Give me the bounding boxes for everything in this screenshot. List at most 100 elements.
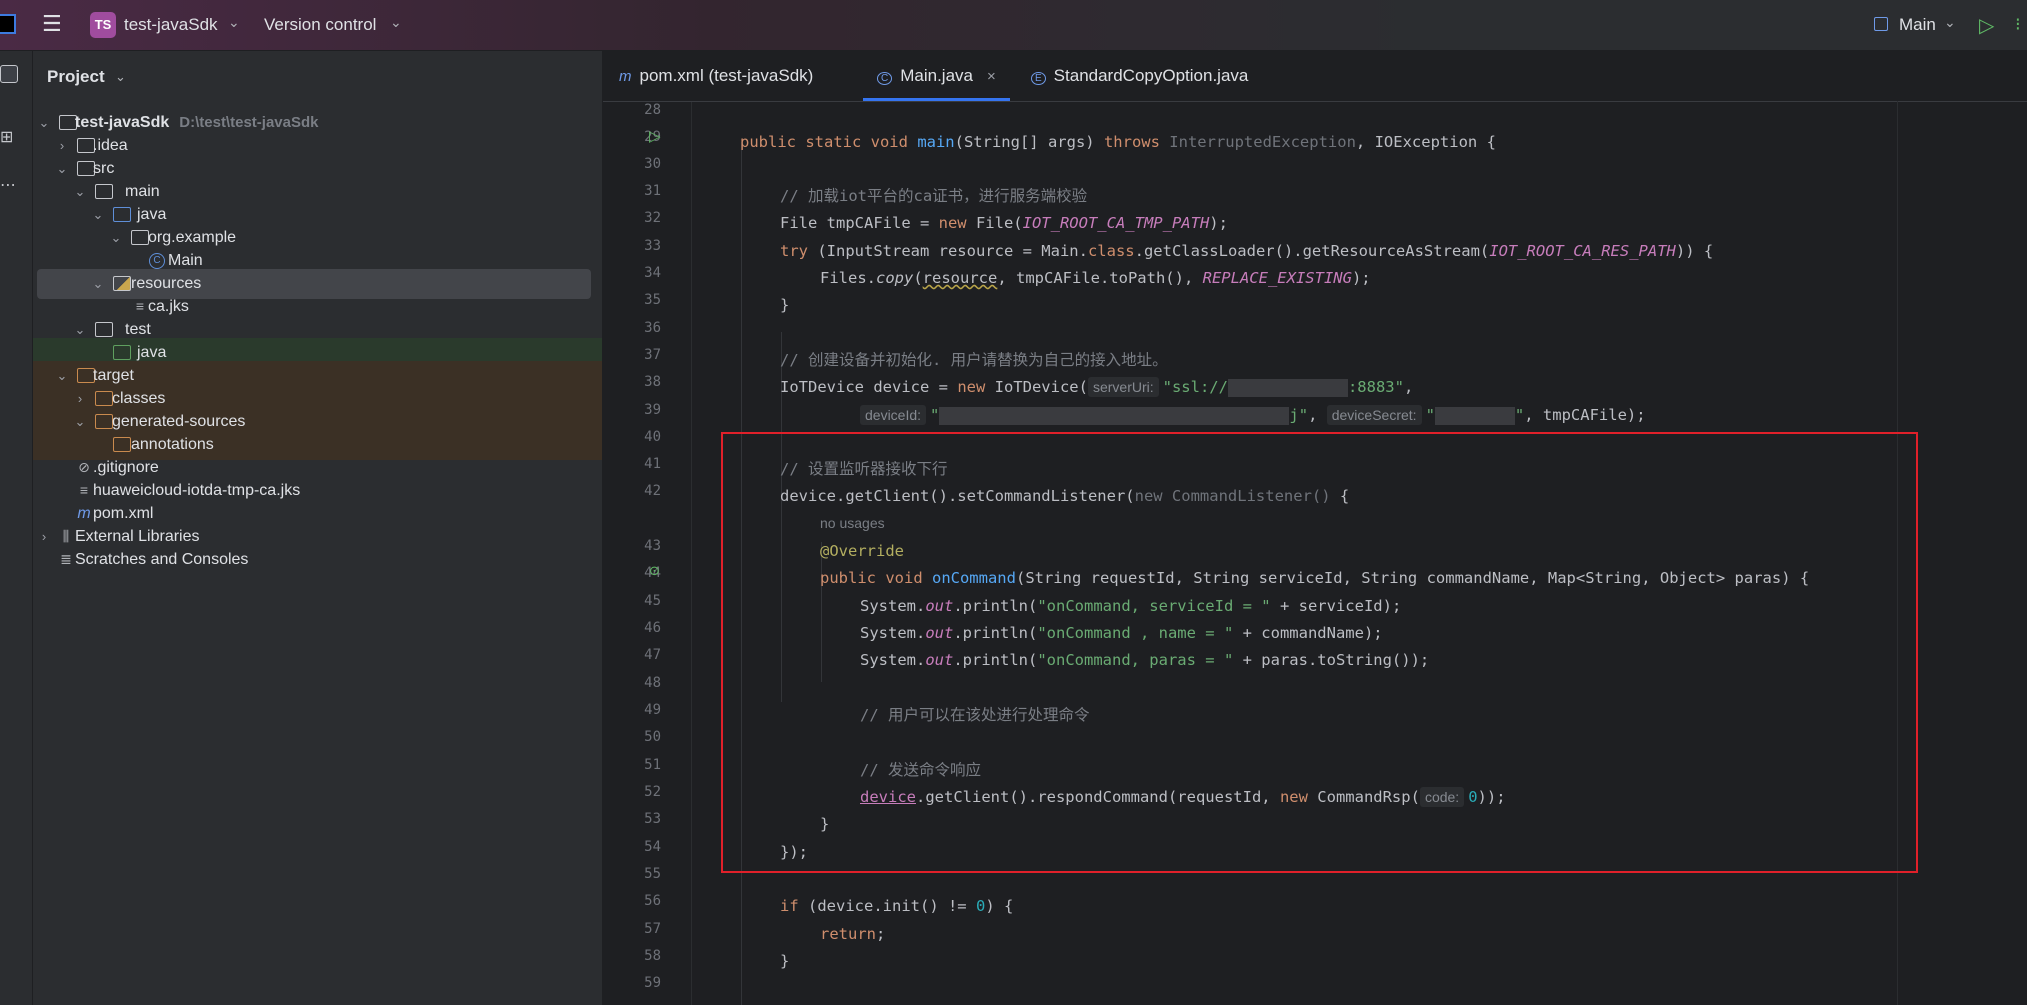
line-number: 53 — [644, 811, 661, 827]
line-number: 54 — [644, 839, 661, 855]
line-number: 51 — [644, 757, 661, 773]
ide-logo-icon[interactable] — [0, 14, 16, 34]
code-line-32: File tmpCAFile = new File(IOT_ROOT_CA_TM… — [780, 214, 1228, 232]
project-tool-icon[interactable] — [0, 65, 18, 83]
debug-icon[interactable]: ⁝ — [2015, 14, 2021, 35]
project-panel: Project ⌄ ⌄ test-javaSdk D:\test\test-jav… — [33, 51, 603, 1005]
line-number: 55 — [644, 866, 661, 882]
class-icon: C — [877, 72, 893, 85]
folder-icon — [95, 184, 113, 199]
code-line-58: } — [780, 952, 790, 970]
line-number: 38 — [644, 374, 661, 390]
code-line-33: try (InputStream resource = Main.class.g… — [780, 242, 1714, 260]
close-icon[interactable]: × — [987, 68, 996, 85]
line-number: 47 — [644, 647, 661, 663]
project-name[interactable]: test-javaSdk — [124, 15, 218, 35]
tab-label: pom.xml (test-javaSdk) — [639, 66, 814, 85]
line-number: 48 — [644, 675, 661, 691]
library-icon: ⫼ — [62, 528, 70, 544]
code-line-56: if (device.init() != 0) { — [780, 897, 1014, 915]
excluded-folder-icon — [95, 414, 113, 429]
line-number-gutter: 28 29 ▷ 30 31 32 33 34 35 36 37 38 39 40… — [603, 102, 692, 1005]
tab-main-java[interactable]: C Main.java × — [863, 51, 1010, 101]
class-icon: C — [149, 253, 165, 269]
run-config-selector[interactable]: Main — [1899, 15, 1936, 35]
file-icon: ≡ — [135, 298, 145, 314]
enum-icon: E — [1031, 72, 1046, 85]
param-hint: serverUri: — [1087, 377, 1159, 397]
code-line-29: public static void main(String[] args) t… — [740, 133, 1496, 151]
line-number: 49 — [644, 702, 661, 718]
tree-label: Scratches and Consoles — [75, 551, 249, 568]
line-number: 41 — [644, 456, 661, 472]
line-number: 33 — [644, 238, 661, 254]
scratches-icon: ≣ — [60, 551, 72, 567]
run-gutter-icon[interactable]: ▷ — [649, 127, 661, 145]
excluded-folder-icon — [113, 437, 131, 452]
run-config-icon — [1874, 17, 1888, 31]
main-menu-icon[interactable]: ☰ — [42, 13, 64, 35]
line-number: 39 — [644, 402, 661, 418]
line-number: 45 — [644, 593, 661, 609]
chevron-down-icon[interactable]: ⌄ — [115, 69, 126, 85]
structure-tool-icon[interactable]: ⊞ — [0, 127, 22, 149]
tab-standard-copy-option[interactable]: E StandardCopyOption.java — [1031, 51, 1248, 101]
line-number: 36 — [644, 320, 661, 336]
line-number: 28 — [644, 102, 661, 118]
line-number: 52 — [644, 784, 661, 800]
line-number: 43 — [644, 538, 661, 554]
code-line-39: deviceId: " j", deviceSecret: " ", tmpCAFile… — [860, 402, 1646, 429]
line-number: 42 — [644, 483, 661, 499]
chevron-down-icon[interactable]: ⌄ — [228, 14, 240, 31]
chevron-down-icon[interactable]: ⌄ — [390, 14, 402, 31]
excluded-folder-icon — [95, 391, 113, 406]
param-hint: deviceSecret: — [1326, 405, 1422, 425]
param-hint: deviceId: — [860, 405, 927, 425]
line-number: 46 — [644, 620, 661, 636]
override-gutter-icon[interactable]: ⊙ — [649, 563, 660, 579]
code-line-35: } — [780, 296, 790, 314]
line-number: 40 — [644, 429, 661, 445]
redacted-text — [939, 406, 1290, 425]
folder-icon — [95, 322, 113, 337]
editor-tabs: m pom.xml (test-javaSdk) C Main.java × E Sta… — [603, 51, 2027, 102]
project-path: D:\test\test-javaSdk — [179, 114, 319, 131]
line-number: 35 — [644, 292, 661, 308]
code-line-31: // 加载iot平台的ca证书，进行服务端校验 — [780, 187, 1088, 205]
code-line-34: Files.copy(resource, tmpCAFile.toPath(),… — [820, 269, 1371, 287]
line-number: 56 — [644, 893, 661, 909]
line-number: 50 — [644, 729, 661, 745]
code-line-38: IoTDevice device = new IoTDevice(serverU… — [780, 377, 1414, 397]
run-icon[interactable]: ▷ — [1979, 13, 1994, 38]
chevron-down-icon[interactable]: ⌄ — [1944, 14, 1956, 31]
maven-icon: m — [619, 68, 632, 85]
title-bar: ☰ TS test-javaSdk ⌄ Version control ⌄ Ma… — [0, 0, 2027, 51]
resources-folder-icon — [113, 276, 131, 291]
redacted-text — [1434, 406, 1515, 425]
tab-label: Main.java — [900, 66, 973, 85]
tree-item-scratches[interactable]: ≣ Scratches and Consoles — [33, 545, 602, 575]
file-icon: ≡ — [79, 482, 89, 498]
line-number: 59 — [644, 975, 661, 991]
line-number: 37 — [644, 347, 661, 363]
code-line-57: return; — [820, 925, 886, 943]
tab-label: StandardCopyOption.java — [1053, 66, 1249, 85]
more-tools-icon[interactable]: ⋯ — [0, 175, 22, 197]
ignore-file-icon: ⊘ — [78, 459, 90, 475]
project-badge[interactable]: TS — [90, 12, 116, 38]
project-panel-title[interactable]: Project — [47, 67, 105, 87]
test-source-folder-icon — [113, 345, 131, 360]
tool-window-strip: ⊞ ⋯ — [0, 51, 33, 1005]
tab-pom-xml[interactable]: m pom.xml (test-javaSdk) — [619, 51, 813, 101]
tree-label: test-javaSdk — [75, 114, 170, 131]
line-number: 57 — [644, 921, 661, 937]
code-line-37: // 创建设备并初始化. 用户请替换为自己的接入地址。 — [780, 351, 1168, 369]
highlight-annotation-box — [721, 432, 1918, 873]
package-icon — [131, 230, 149, 245]
line-number: 30 — [644, 156, 661, 172]
redacted-text — [1227, 378, 1348, 397]
line-number: 58 — [644, 948, 661, 964]
line-number: 31 — [644, 183, 661, 199]
version-control-menu[interactable]: Version control — [264, 15, 376, 35]
line-number: 34 — [644, 265, 661, 281]
